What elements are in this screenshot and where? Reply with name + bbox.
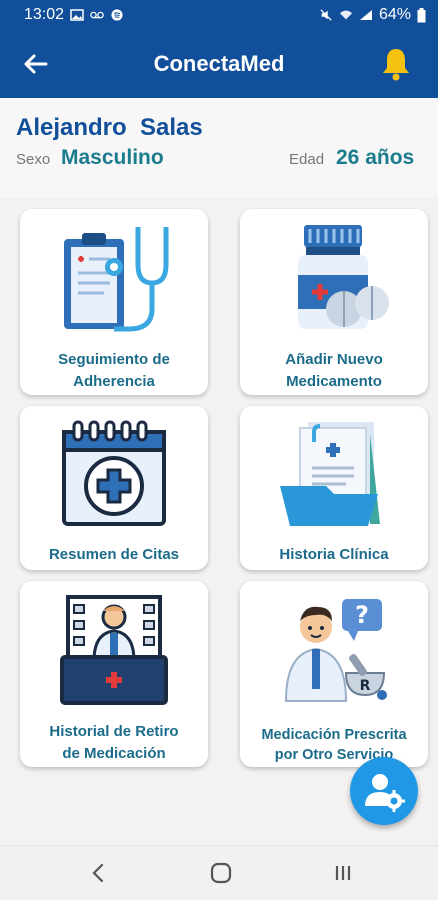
menu-card-external-prescription[interactable]: ? R Medicación Prescrita por Otro Servic… [240, 581, 428, 767]
nav-back-icon[interactable] [84, 858, 114, 888]
card-label: Historia Clínica [279, 546, 389, 563]
wifi-icon [339, 10, 353, 20]
menu-card-clinical-history[interactable]: Historia Clínica [240, 406, 428, 570]
doctor-prescription-icon: ? R [284, 599, 387, 702]
battery-icon [417, 7, 426, 22]
user-settings-icon [365, 774, 405, 812]
patient-profile: Alejandro Salas Sexo Masculino Edad 26 a… [0, 98, 438, 198]
app-title: ConectaMed [153, 51, 285, 76]
medical-folder-icon [280, 422, 380, 526]
card-label: Resumen de Citas [48, 546, 180, 563]
sex-value: Masculino [61, 146, 164, 169]
battery-percent: 64% [378, 6, 411, 23]
voicemail-icon [90, 11, 104, 19]
age-label: Edad [289, 151, 325, 168]
mute-icon [320, 9, 332, 21]
menu-card-medication-withdrawal[interactable]: Historial de Retiro de Medicación [20, 581, 208, 767]
pharmacist-counter-icon [60, 595, 168, 705]
age-value: 26 años [336, 146, 415, 169]
patient-name: Alejandro Salas [16, 114, 203, 141]
gallery-icon [70, 9, 84, 21]
medicine-bottle-icon [298, 225, 389, 329]
status-time: 13:02 [24, 6, 65, 23]
app-bar: ConectaMed [0, 30, 438, 98]
status-bar: 13:02 64% [0, 0, 438, 30]
calendar-medical-icon [62, 420, 166, 526]
user-settings-button[interactable] [350, 757, 418, 825]
menu-card-appointments[interactable]: Resumen de Citas [20, 406, 208, 570]
card-label: Seguimiento de Adherencia [58, 351, 170, 390]
menu-card-adherence[interactable]: Seguimiento de Adherencia [20, 209, 208, 395]
signal-icon [359, 10, 372, 20]
menu-card-add-medication[interactable]: Añadir Nuevo Medicamento [240, 209, 428, 395]
nav-recents-icon[interactable] [328, 858, 358, 888]
system-nav-bar [0, 845, 438, 900]
sex-label: Sexo [16, 151, 51, 168]
svg-text:R: R [360, 678, 371, 694]
clipboard-stethoscope-icon [64, 227, 169, 332]
notification-bell-icon[interactable] [380, 46, 412, 82]
spotify-icon [111, 9, 123, 21]
svg-text:?: ? [355, 601, 369, 629]
card-label: Historial de Retiro de Medicación [49, 723, 179, 762]
nav-home-icon[interactable] [206, 858, 236, 888]
card-label: Añadir Nuevo Medicamento [285, 351, 383, 390]
